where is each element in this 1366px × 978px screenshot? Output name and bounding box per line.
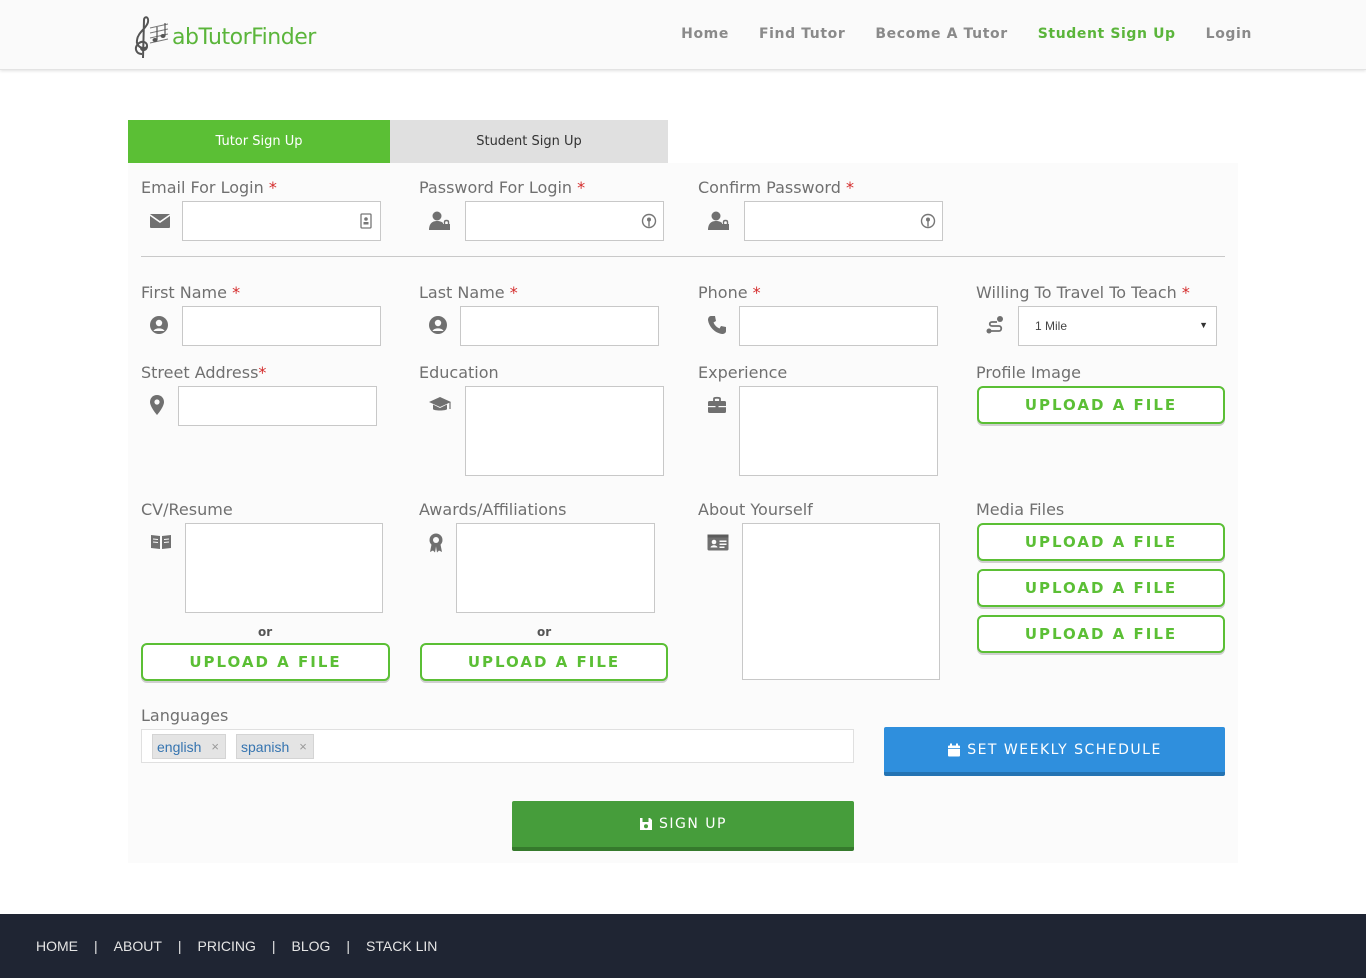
profile-image-upload-button[interactable]: UPLOAD A FILE xyxy=(977,386,1225,424)
book-open-icon xyxy=(150,534,172,550)
first-name-input[interactable] xyxy=(182,306,381,346)
or-separator: or xyxy=(537,625,552,639)
section-divider xyxy=(141,256,1225,257)
first-name-label: First Name * xyxy=(141,283,241,302)
nav-login[interactable]: Login xyxy=(1206,26,1252,42)
id-card-icon xyxy=(707,534,729,551)
tab-tutor-sign-up[interactable]: Tutor Sign Up xyxy=(128,120,390,163)
graduation-cap-icon xyxy=(428,396,452,414)
key-circle-icon xyxy=(920,213,936,229)
confirm-password-label: Confirm Password * xyxy=(698,178,854,197)
footer-link-blog[interactable]: BLOG xyxy=(292,938,331,954)
cv-upload-button[interactable]: UPLOAD A FILE xyxy=(141,643,390,681)
footer-link-about[interactable]: ABOUT xyxy=(114,938,162,954)
last-name-input[interactable] xyxy=(460,306,659,346)
user-circle-icon xyxy=(428,315,448,335)
footer-separator: | xyxy=(177,938,182,954)
treble-clef-icon xyxy=(130,14,170,60)
education-textarea[interactable] xyxy=(465,386,664,476)
map-marker-icon xyxy=(149,395,165,415)
language-tag-label: spanish xyxy=(241,738,290,755)
set-weekly-schedule-button[interactable]: SET WEEKLY SCHEDULE xyxy=(884,727,1225,776)
experience-label: Experience xyxy=(698,363,788,382)
footer-separator: | xyxy=(94,938,98,954)
nav-find-tutor[interactable]: Find Tutor xyxy=(759,26,845,42)
email-label: Email For Login * xyxy=(141,178,277,197)
languages-label: Languages xyxy=(141,706,229,725)
email-input[interactable] xyxy=(182,201,381,241)
phone-icon xyxy=(707,315,727,335)
set-weekly-schedule-label: SET WEEKLY SCHEDULE xyxy=(967,741,1162,758)
sign-up-button[interactable]: SIGN UP xyxy=(512,801,854,851)
password-label: Password For Login * xyxy=(419,178,586,197)
user-lock-icon xyxy=(708,210,730,232)
travel-distance-value: 1 Mile xyxy=(1035,319,1068,333)
sign-up-label: SIGN UP xyxy=(659,816,727,832)
calendar-icon xyxy=(947,743,961,757)
experience-textarea[interactable] xyxy=(739,386,938,476)
travel-distance-select[interactable]: 1 Mile ▼ xyxy=(1018,306,1217,346)
tab-student-sign-up[interactable]: Student Sign Up xyxy=(390,120,668,163)
profile-image-label: Profile Image xyxy=(976,363,1081,382)
or-separator: or xyxy=(258,625,273,639)
password-input[interactable] xyxy=(465,201,664,241)
about-yourself-label: About Yourself xyxy=(698,500,813,519)
user-circle-icon xyxy=(149,315,169,335)
site-header: abTutorFinder Home Find Tutor Become A T… xyxy=(0,0,1366,70)
cv-resume-textarea[interactable] xyxy=(185,523,383,613)
media-files-label: Media Files xyxy=(976,500,1065,519)
user-lock-icon xyxy=(429,210,451,232)
chevron-down-icon: ▼ xyxy=(1199,320,1208,330)
street-address-input[interactable] xyxy=(178,386,377,426)
remove-tag-icon[interactable]: × xyxy=(299,739,307,754)
about-yourself-textarea[interactable] xyxy=(742,523,940,680)
confirm-password-input[interactable] xyxy=(744,201,943,241)
award-icon xyxy=(428,533,444,553)
last-name-label: Last Name * xyxy=(419,283,518,302)
awards-upload-button[interactable]: UPLOAD A FILE xyxy=(420,643,668,681)
awards-textarea[interactable] xyxy=(456,523,655,613)
media-upload-button-3[interactable]: UPLOAD A FILE xyxy=(977,615,1225,653)
footer-link-home[interactable]: HOME xyxy=(36,938,78,954)
logo[interactable]: abTutorFinder xyxy=(130,14,316,60)
logo-text: abTutorFinder xyxy=(172,24,316,50)
phone-input[interactable] xyxy=(739,306,938,346)
education-label: Education xyxy=(419,363,499,382)
language-tag: spanish × xyxy=(236,734,314,759)
envelope-icon xyxy=(149,210,171,232)
awards-label: Awards/Affiliations xyxy=(419,500,567,519)
nav-become-tutor[interactable]: Become A Tutor xyxy=(875,26,1007,42)
footer-separator: | xyxy=(271,938,276,954)
travel-label: Willing To Travel To Teach * xyxy=(976,283,1190,302)
language-tag-label: english xyxy=(157,738,202,755)
briefcase-icon xyxy=(707,396,727,414)
media-upload-button-1[interactable]: UPLOAD A FILE xyxy=(977,523,1225,561)
footer-separator: | xyxy=(346,938,351,954)
footer-link-stack[interactable]: STACK LIN xyxy=(366,938,437,954)
cv-resume-label: CV/Resume xyxy=(141,500,233,519)
key-circle-icon xyxy=(641,213,657,229)
street-address-label: Street Address* xyxy=(141,363,267,382)
route-icon xyxy=(985,315,1005,335)
footer-link-pricing[interactable]: PRICING xyxy=(198,938,256,954)
media-upload-button-2[interactable]: UPLOAD A FILE xyxy=(977,569,1225,607)
language-tag: english × xyxy=(152,734,226,759)
remove-tag-icon[interactable]: × xyxy=(211,739,219,754)
phone-label: Phone * xyxy=(698,283,761,302)
main-nav: Home Find Tutor Become A Tutor Student S… xyxy=(651,26,1252,42)
site-footer: HOME | ABOUT | PRICING | BLOG | STACK LI… xyxy=(0,914,1366,978)
save-icon xyxy=(639,817,653,831)
nav-home[interactable]: Home xyxy=(681,26,729,42)
contact-card-icon xyxy=(358,213,374,229)
languages-tag-input[interactable]: english × spanish × xyxy=(141,729,854,763)
nav-student-sign-up[interactable]: Student Sign Up xyxy=(1038,26,1176,42)
